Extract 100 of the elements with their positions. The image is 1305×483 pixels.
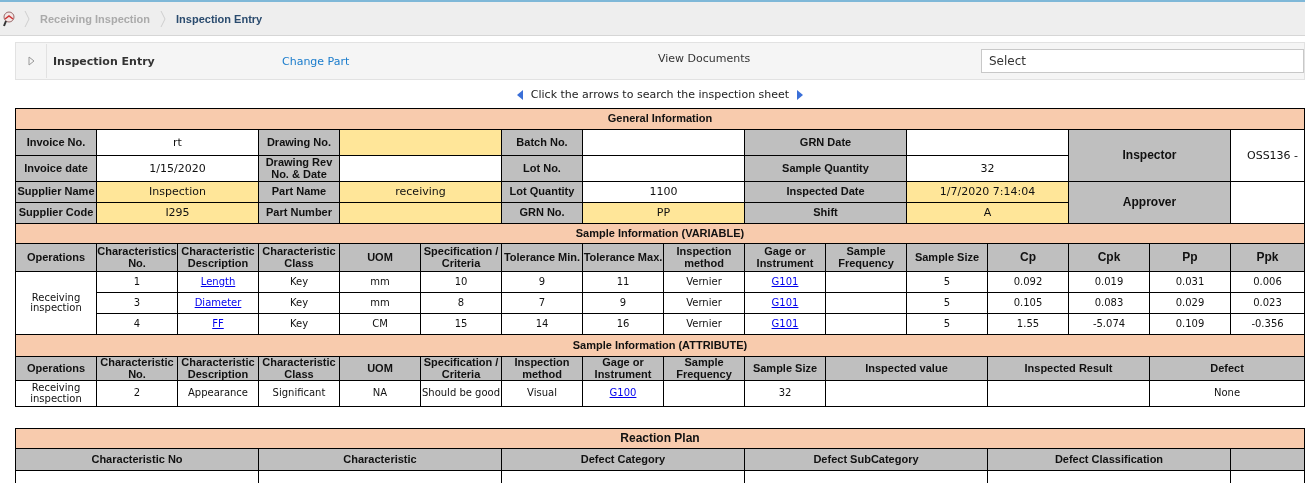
column-header: Cp	[988, 244, 1068, 271]
field-value: Inspection	[97, 182, 258, 202]
table-cell: Vernier	[664, 293, 744, 313]
field-value: 1/7/2020 7:14:04	[907, 182, 1068, 202]
table-cell: 15	[421, 314, 501, 334]
table-cell: -0.356	[1231, 314, 1304, 334]
column-header: Sample Size	[907, 244, 987, 271]
field-label: Supplier Name	[16, 182, 96, 202]
column-header: Characteristic	[259, 449, 501, 470]
table-cell: 1	[97, 272, 177, 292]
table-cell: 3	[97, 293, 177, 313]
column-header: Characteristic No.	[97, 357, 177, 380]
table-cell: 32	[745, 381, 825, 406]
previous-arrow-icon[interactable]	[516, 89, 523, 100]
table-cell: Receiving inspection	[16, 272, 96, 334]
table-cell: 14	[502, 314, 582, 334]
field-label: Sample Quantity	[745, 156, 906, 181]
table-cell: Visual	[502, 381, 582, 406]
field-value: receiving	[340, 182, 501, 202]
table-cell: 0.023	[1231, 293, 1304, 313]
column-header: Inspection method	[502, 357, 582, 380]
table-cell: 5	[907, 293, 987, 313]
table-cell: Key	[259, 272, 339, 292]
table-cell: 11	[583, 272, 663, 292]
field-label: Part Number	[259, 203, 339, 223]
field-value: I295	[97, 203, 258, 223]
field-value: PP	[583, 203, 744, 223]
section-title: General Information	[16, 109, 1304, 129]
table-cell: 0.105	[988, 293, 1068, 313]
table-link[interactable]: FF	[212, 318, 224, 330]
change-part-link[interactable]: Change Part	[282, 54, 658, 68]
column-header: Operations	[16, 357, 96, 380]
table-cell: 5	[907, 272, 987, 292]
field-value: 1100	[583, 182, 744, 202]
field-label: Lot Quantity	[502, 182, 582, 202]
table-cell: 4	[97, 314, 177, 334]
document-select[interactable]: Select	[981, 49, 1304, 73]
table-cell: Vernier	[664, 272, 744, 292]
column-header: Defect SubCategory	[745, 449, 987, 470]
table-cell: Vernier	[664, 314, 744, 334]
column-header: Tolerance Min.	[502, 244, 582, 271]
table-cell: 9	[502, 272, 582, 292]
chevron-separator-icon	[24, 9, 30, 28]
field-label: Drawing Rev No. & Date	[259, 156, 339, 181]
table-cell: 0.083	[1069, 293, 1149, 313]
table-cell: 0.029	[1150, 293, 1230, 313]
column-header: Gage or Instrument	[583, 357, 663, 380]
column-header: Sample Frequency	[664, 357, 744, 380]
field-value: A	[907, 203, 1068, 223]
logo-icon[interactable]	[2, 10, 16, 27]
field-label: GRN Date	[745, 130, 906, 155]
column-header: Sample Frequency	[826, 244, 906, 271]
table-cell: 5	[907, 314, 987, 334]
table-cell: Receiving inspection	[16, 381, 96, 406]
section-title: Reaction Plan	[16, 429, 1304, 448]
column-header: UOM	[340, 244, 420, 271]
field-value: 32	[907, 156, 1068, 181]
field-label: GRN No.	[502, 203, 582, 223]
field-label: Inspected Date	[745, 182, 906, 202]
table-cell: Should be good	[421, 381, 501, 406]
field-label: Approver	[1069, 182, 1230, 223]
column-header: Cpk	[1069, 244, 1149, 271]
field-value: rt	[97, 130, 258, 155]
table-cell: Significant	[259, 381, 339, 406]
table-cell: None	[1150, 381, 1304, 406]
table-cell: 9	[583, 293, 663, 313]
column-header: Inspection method	[664, 244, 744, 271]
table-cell: 10	[421, 272, 501, 292]
table-cell: CM	[340, 314, 420, 334]
section-title: Sample Information (VARIABLE)	[16, 224, 1304, 243]
next-arrow-icon[interactable]	[797, 89, 804, 100]
column-header: Characteristic No	[16, 449, 258, 470]
column-header: Defect	[1150, 357, 1304, 380]
column-header: Characteristic Class	[259, 357, 339, 380]
table-cell: Key	[259, 293, 339, 313]
table-link[interactable]: G100	[609, 388, 637, 399]
column-header: Specification / Criteria	[421, 244, 501, 271]
table-cell: Appearance	[178, 381, 258, 406]
field-label: Supplier Code	[16, 203, 96, 223]
field-label: Invoice No.	[16, 130, 96, 155]
column-header: Sample Size	[745, 357, 825, 380]
column-header: Operations	[16, 244, 96, 271]
column-header: Defect Category	[502, 449, 744, 470]
table-cell: 0.092	[988, 272, 1068, 292]
table-cell: NA	[340, 381, 420, 406]
column-header: Characteristic Description	[178, 357, 258, 380]
field-label: Part Name	[259, 182, 339, 202]
field-label: Invoice date	[16, 156, 96, 181]
navigator-hint: Click the arrows to search the inspection sheet	[530, 88, 790, 101]
column-header: Characteristic Class	[259, 244, 339, 271]
expand-icon[interactable]	[27, 56, 35, 66]
chevron-separator-icon	[160, 9, 167, 28]
field-label: Lot No.	[502, 156, 582, 181]
breadcrumb-item[interactable]: Inspection Entry	[174, 12, 265, 25]
column-header: Characteristic Description	[178, 244, 258, 271]
field-label: Inspector	[1069, 130, 1230, 181]
view-documents-label: View Documents	[658, 51, 752, 65]
column-header: Ppk	[1231, 244, 1304, 271]
column-header: Specification / Criteria	[421, 357, 501, 380]
field-label: Shift	[745, 203, 906, 223]
